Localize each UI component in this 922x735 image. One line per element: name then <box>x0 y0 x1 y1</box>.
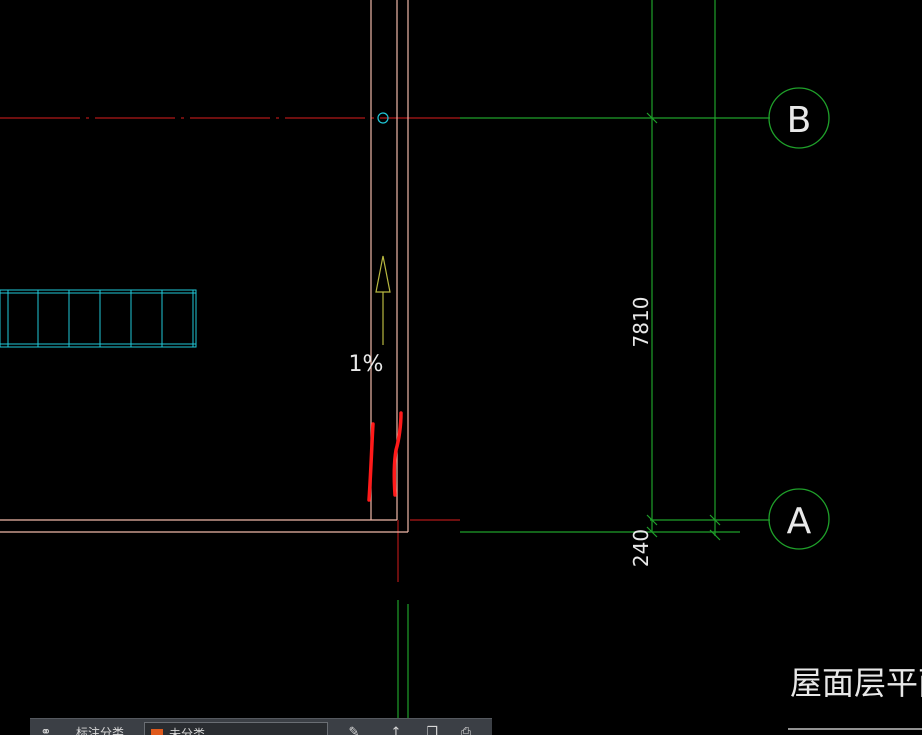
axis-bubble-a: A <box>768 488 830 550</box>
layer-name: 未分类 <box>169 727 206 735</box>
dimension-text-7810: 7810 <box>629 297 653 348</box>
axis-label-a: A <box>787 501 812 542</box>
axis-bubble-b: B <box>768 87 830 149</box>
annotation-category-label: 标注分类 <box>76 726 125 735</box>
arrow-up-icon[interactable]: ↑ <box>388 726 404 735</box>
drawing-title: 屋面层平面 <box>790 664 922 702</box>
slope-arrow-icon <box>375 255 391 345</box>
printer-icon[interactable]: ⎙ <box>458 726 474 735</box>
dimension-text-240: 240 <box>629 529 653 567</box>
layer-dropdown[interactable]: 未分类 <box>144 722 328 735</box>
copy-icon[interactable]: ❐ <box>424 726 440 735</box>
cyan-hatch-block <box>0 289 197 348</box>
layer-toolbar: ⚭ 标注分类 未分类 ✎ ↑ ❐ ⎙ <box>30 718 492 735</box>
cad-drawing-canvas[interactable]: 1% 7810 240 B A 屋面层平面 ⚭ 标注分类 未分类 ✎ ↑ <box>0 0 922 735</box>
red-markup-strokes <box>367 411 403 502</box>
edit-icon[interactable]: ✎ <box>346 726 362 735</box>
cad-drawing-svg[interactable]: 1% 7810 240 B A 屋面层平面 <box>0 0 922 735</box>
layer-color-swatch <box>151 729 163 735</box>
layer-states-icon[interactable]: ⚭ <box>38 726 54 735</box>
axis-label-b: B <box>787 100 812 141</box>
slope-label: 1% <box>349 352 384 377</box>
